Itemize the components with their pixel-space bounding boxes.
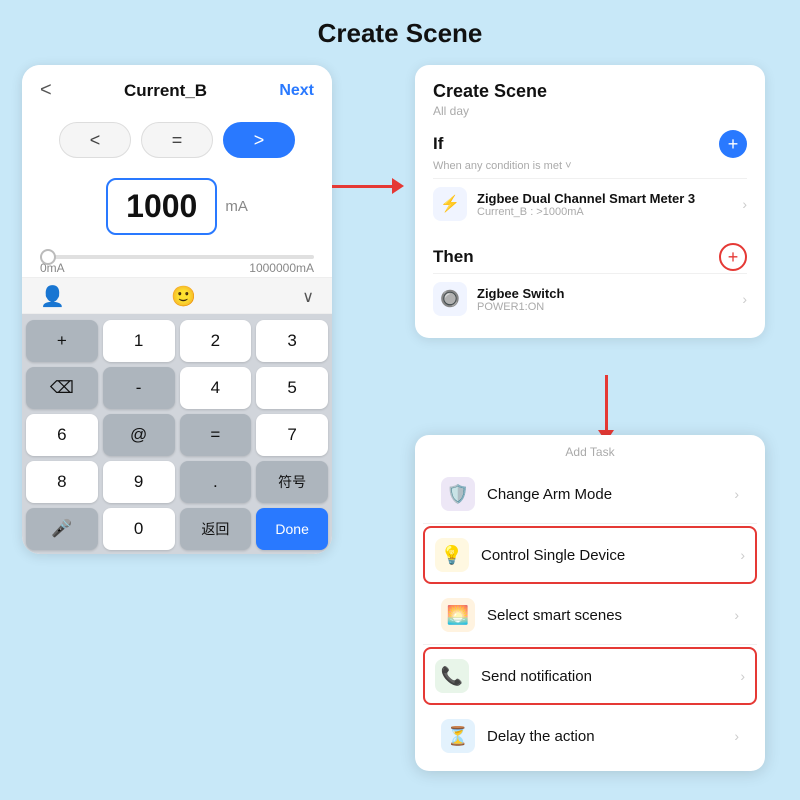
key-4[interactable]: 4: [180, 367, 252, 409]
key-7[interactable]: 7: [256, 414, 328, 456]
task-label-device: Control Single Device: [481, 547, 728, 564]
task-icon-device: 💡: [435, 538, 469, 572]
current-b-title: Current_B: [124, 81, 207, 101]
task-item-arm[interactable]: 🛡️ Change Arm Mode ›: [423, 465, 757, 524]
task-chevron-device-icon: ›: [740, 547, 745, 563]
key-0[interactable]: 0: [103, 508, 175, 550]
slider-track[interactable]: [40, 255, 314, 259]
if-header: If +: [433, 130, 747, 158]
key-dot[interactable]: .: [180, 461, 252, 503]
right-top-panel: Create Scene All day If + When any condi…: [415, 65, 765, 338]
cmp-less-button[interactable]: <: [59, 122, 131, 158]
add-task-panel: Add Task 🛡️ Change Arm Mode › 💡 Control …: [415, 435, 765, 771]
task-item-scene[interactable]: 🌅 Select smart scenes ›: [423, 586, 757, 645]
then-section: Then + 🔘 Zigbee Switch POWER1:ON ›: [433, 243, 747, 324]
arrow-line-vertical: [605, 375, 608, 430]
key-6[interactable]: 6: [26, 414, 98, 456]
device2-chevron-icon: ›: [742, 291, 747, 307]
key-1[interactable]: 1: [103, 320, 175, 362]
key-8[interactable]: 8: [26, 461, 98, 503]
task-icon-notify: 📞: [435, 659, 469, 693]
task-icon-delay: ⏳: [441, 719, 475, 753]
key-9[interactable]: 9: [103, 461, 175, 503]
task-item-notify[interactable]: 📞 Send notification ›: [423, 647, 757, 705]
then-add-button[interactable]: +: [719, 243, 747, 271]
task-item-delay[interactable]: ⏳ Delay the action ›: [423, 707, 757, 765]
key-3[interactable]: 3: [256, 320, 328, 362]
slider-row: 0mA 1000000mA: [22, 241, 332, 277]
add-task-title: Add Task: [415, 445, 765, 459]
key-mic[interactable]: 🎤: [26, 508, 98, 550]
key-at[interactable]: @: [103, 414, 175, 456]
task-icon-arm: 🛡️: [441, 477, 475, 511]
key-2[interactable]: 2: [180, 320, 252, 362]
slider-max-label: 1000000mA: [249, 261, 314, 275]
if-add-button[interactable]: +: [719, 130, 747, 158]
task-label-notify: Send notification: [481, 668, 728, 685]
value-display: 1000 mA: [22, 166, 332, 241]
task-chevron-notify-icon: ›: [740, 668, 745, 684]
create-scene-title: Create Scene: [433, 81, 747, 102]
keyboard-toolbar: 👤 🙂 ∨: [22, 277, 332, 314]
task-label-scene: Select smart scenes: [487, 607, 722, 624]
task-icon-scene: 🌅: [441, 598, 475, 632]
value-input[interactable]: 1000: [106, 178, 217, 235]
if-condition[interactable]: When any condition is met ˅: [433, 160, 747, 172]
device1-info: Zigbee Dual Channel Smart Meter 3 Curren…: [477, 191, 732, 218]
task-label-delay: Delay the action: [487, 728, 722, 745]
task-list: 🛡️ Change Arm Mode › 💡 Control Single De…: [415, 465, 765, 765]
if-label: If: [433, 134, 443, 154]
key-backspace[interactable]: ⌫: [26, 367, 98, 409]
comparison-buttons: < = >: [22, 112, 332, 166]
device2-desc: POWER1:ON: [477, 301, 732, 313]
key-plus[interactable]: +: [26, 320, 98, 362]
slider-labels: 0mA 1000000mA: [40, 261, 314, 275]
chevron-down-icon[interactable]: ∨: [302, 287, 314, 307]
device2-info: Zigbee Switch POWER1:ON: [477, 286, 732, 313]
device2-icon: 🔘: [433, 282, 467, 316]
slider-thumb[interactable]: [40, 249, 56, 265]
key-done[interactable]: Done: [256, 508, 328, 550]
key-equals[interactable]: =: [180, 414, 252, 456]
task-label-arm: Change Arm Mode: [487, 486, 722, 503]
phone-header: < Current_B Next: [22, 65, 332, 112]
task-chevron-arm-icon: ›: [734, 486, 739, 502]
next-button[interactable]: Next: [279, 82, 314, 100]
back-button[interactable]: <: [40, 79, 52, 102]
person-icon[interactable]: 👤: [40, 284, 65, 309]
arrow-head-right: [392, 178, 404, 194]
arrow-right: [332, 178, 404, 194]
device1-chevron-icon: ›: [742, 196, 747, 212]
cmp-greater-button[interactable]: >: [223, 122, 295, 158]
device1-desc: Current_B : >1000mA: [477, 206, 732, 218]
task-item-device[interactable]: 💡 Control Single Device ›: [423, 526, 757, 584]
cmp-equal-button[interactable]: =: [141, 122, 213, 158]
key-minus[interactable]: -: [103, 367, 175, 409]
keyboard: + 1 2 3 ⌫ - 4 5 6 @ = 7 8 9 . 符号 🎤 0 返回 …: [22, 314, 332, 554]
task-chevron-scene-icon: ›: [734, 607, 739, 623]
key-symbol[interactable]: 符号: [256, 461, 328, 503]
scene-subtitle: All day: [433, 104, 747, 118]
emoji-icon[interactable]: 🙂: [171, 284, 196, 309]
if-section: If + When any condition is met ˅ ⚡ Zigbe…: [433, 130, 747, 229]
device1-icon: ⚡: [433, 187, 467, 221]
key-5[interactable]: 5: [256, 367, 328, 409]
left-panel: < Current_B Next < = > 1000 mA 0mA 10000…: [22, 65, 332, 554]
device1-name: Zigbee Dual Channel Smart Meter 3: [477, 191, 732, 206]
then-label: Then: [433, 247, 474, 267]
if-device-row[interactable]: ⚡ Zigbee Dual Channel Smart Meter 3 Curr…: [433, 178, 747, 229]
arrow-down: [598, 375, 614, 442]
then-header: Then +: [433, 243, 747, 271]
device2-name: Zigbee Switch: [477, 286, 732, 301]
page-title: Create Scene: [0, 0, 800, 59]
then-device-row[interactable]: 🔘 Zigbee Switch POWER1:ON ›: [433, 273, 747, 324]
key-return[interactable]: 返回: [180, 508, 252, 550]
task-chevron-delay-icon: ›: [734, 728, 739, 744]
arrow-line-horizontal: [332, 185, 392, 188]
value-unit: mA: [225, 198, 248, 215]
